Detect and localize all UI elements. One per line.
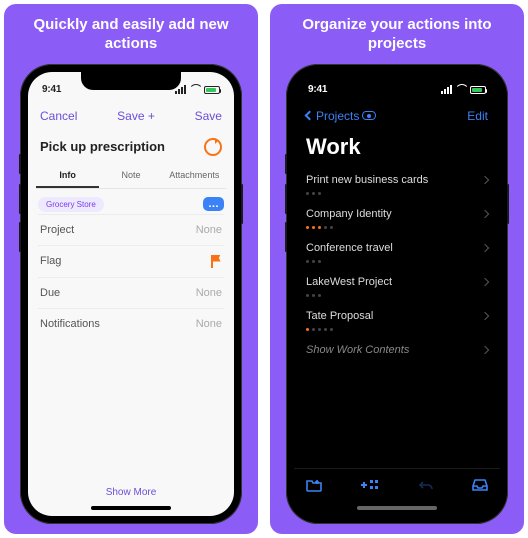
promo-panel-right: Organize your actions into projects 9:41… <box>270 4 524 534</box>
battery-icon <box>204 86 220 94</box>
status-time: 9:41 <box>308 84 327 95</box>
status-time: 9:41 <box>42 84 61 95</box>
eye-icon[interactable] <box>362 111 376 120</box>
chevron-right-icon <box>481 345 489 353</box>
project-label: Print new business cards <box>306 174 428 186</box>
repeat-icon[interactable] <box>204 138 222 156</box>
promo-heading-left: Quickly and easily add new actions <box>6 14 256 64</box>
tag[interactable]: Grocery Store <box>38 197 104 212</box>
phone-frame-left: 9:41 Cancel Save + Save Pick up prescrip… <box>20 64 242 524</box>
chevron-right-icon <box>481 311 489 319</box>
project-list: Print new business cards Company Identit… <box>294 166 500 370</box>
show-contents-label: Show Work Contents <box>306 344 409 356</box>
row-due-value: None <box>196 287 222 299</box>
page-title: Work <box>294 132 500 166</box>
nav-bar: Projects Edit <box>294 100 500 132</box>
tab-note[interactable]: Note <box>99 164 162 188</box>
save-button[interactable]: Save <box>195 109 222 123</box>
row-project-value: None <box>196 224 222 236</box>
chevron-left-icon <box>305 111 315 121</box>
row-notifications[interactable]: Notifications None <box>38 308 224 339</box>
save-plus-button[interactable]: Save + <box>117 109 155 123</box>
project-label: LakeWest Project <box>306 276 392 288</box>
row-notif-value: None <box>196 318 222 330</box>
row-flag[interactable]: Flag <box>38 245 224 277</box>
flag-icon <box>211 255 222 268</box>
screen-dark: 9:41 Projects Edit Work Print <box>294 72 500 516</box>
notch <box>347 72 447 90</box>
back-label: Projects <box>316 109 359 123</box>
nav-bar: Cancel Save + Save <box>28 100 234 132</box>
project-row[interactable]: LakeWest Project <box>294 268 500 302</box>
tab-attachments[interactable]: Attachments <box>163 164 226 188</box>
show-more-button[interactable]: Show More <box>28 481 234 502</box>
promo-panel-left: Quickly and easily add new actions 9:41 … <box>4 4 258 534</box>
wifi-icon <box>455 85 467 94</box>
segmented-tabs: Info Note Attachments <box>36 164 226 189</box>
project-label: Company Identity <box>306 208 392 220</box>
undo-icon[interactable] <box>418 478 434 492</box>
row-notif-label: Notifications <box>40 318 100 330</box>
notch <box>81 72 181 90</box>
home-indicator <box>91 506 171 510</box>
battery-icon <box>470 86 486 94</box>
row-project[interactable]: Project None <box>38 214 224 245</box>
project-row[interactable]: Company Identity <box>294 200 500 234</box>
chevron-right-icon <box>481 175 489 183</box>
show-contents-row[interactable]: Show Work Contents <box>294 336 500 370</box>
project-row[interactable]: Tate Proposal <box>294 302 500 336</box>
wifi-icon <box>189 85 201 94</box>
more-tags-button[interactable]: … <box>203 197 224 211</box>
chevron-right-icon <box>481 277 489 285</box>
row-due-label: Due <box>40 287 60 299</box>
edit-button[interactable]: Edit <box>467 109 488 123</box>
screen-light: 9:41 Cancel Save + Save Pick up prescrip… <box>28 72 234 516</box>
row-project-label: Project <box>40 224 74 236</box>
bottom-toolbar <box>294 468 500 502</box>
row-due[interactable]: Due None <box>38 277 224 308</box>
new-folder-icon[interactable] <box>306 478 322 492</box>
add-item-icon[interactable] <box>360 478 380 492</box>
home-indicator <box>357 506 437 510</box>
project-label: Tate Proposal <box>306 310 373 322</box>
project-row[interactable]: Print new business cards <box>294 166 500 200</box>
chevron-right-icon <box>481 209 489 217</box>
inbox-icon[interactable] <box>472 478 488 492</box>
project-label: Conference travel <box>306 242 393 254</box>
action-title[interactable]: Pick up prescription <box>40 139 165 154</box>
phone-frame-right: 9:41 Projects Edit Work Print <box>286 64 508 524</box>
chevron-right-icon <box>481 243 489 251</box>
status-indicators <box>441 85 486 94</box>
row-flag-label: Flag <box>40 255 61 267</box>
status-indicators <box>175 85 220 94</box>
promo-heading-right: Organize your actions into projects <box>272 14 522 64</box>
project-row[interactable]: Conference travel <box>294 234 500 268</box>
back-button[interactable]: Projects <box>306 109 376 123</box>
tab-info[interactable]: Info <box>36 164 99 188</box>
cancel-button[interactable]: Cancel <box>40 109 77 123</box>
